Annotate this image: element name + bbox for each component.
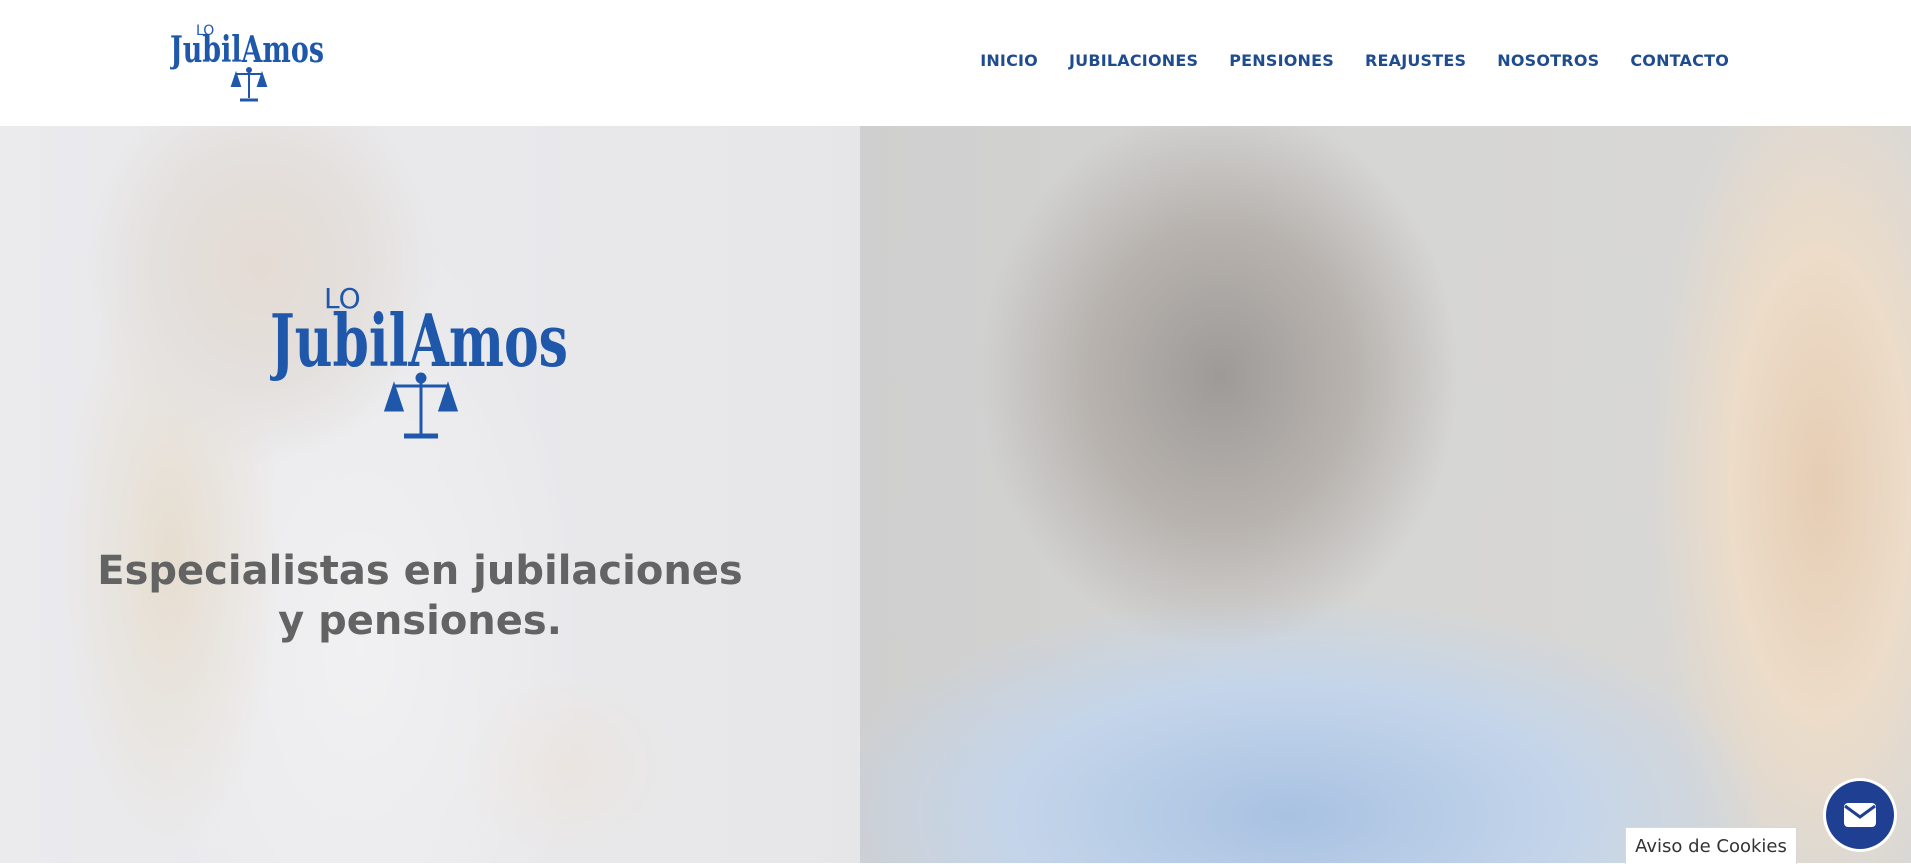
scales-icon: [230, 67, 268, 102]
site-logo[interactable]: LO JubilAmos: [170, 22, 330, 106]
hero-logo-wordmark: JubilAmos: [270, 298, 568, 383]
nav-item-nosotros[interactable]: NOSOTROS: [1497, 51, 1599, 70]
nav-item-contacto[interactable]: CONTACTO: [1630, 51, 1729, 70]
nav-item-pensiones[interactable]: PENSIONES: [1229, 51, 1334, 70]
nav-item-inicio[interactable]: INICIO: [980, 51, 1038, 70]
hero-section: LO JubilAmos Especialistas en jubilacion…: [0, 126, 1911, 863]
hero-logo: LO JubilAmos: [270, 282, 568, 439]
cookie-notice-button[interactable]: Aviso de Cookies: [1625, 827, 1797, 864]
hero-photo-left: [0, 126, 860, 863]
site-header: LO JubilAmos INICIO JUBILACIONES PENSION…: [0, 0, 1911, 126]
contact-mail-button[interactable]: [1826, 781, 1894, 849]
logo-wordmark: JubilAmos: [170, 29, 324, 71]
hero-title: Especialistas en jubilaciones y pensione…: [97, 548, 743, 644]
hero-photo-right: [860, 126, 1911, 863]
hero-scales-icon: [383, 372, 459, 439]
envelope-icon: [1844, 803, 1876, 827]
nav-item-reajustes[interactable]: REAJUSTES: [1365, 51, 1466, 70]
nav-item-jubilaciones[interactable]: JUBILACIONES: [1069, 51, 1198, 70]
main-nav: INICIO JUBILACIONES PENSIONES REAJUSTES …: [980, 51, 1729, 70]
